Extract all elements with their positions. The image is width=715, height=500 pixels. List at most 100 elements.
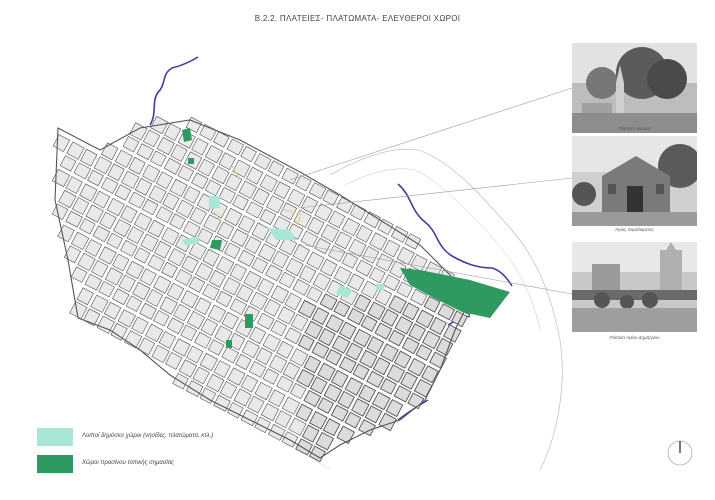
city-block — [244, 236, 262, 254]
photo-caption-3: Πλατεία Αγίου Δημητρίου — [609, 335, 660, 340]
city-block — [238, 180, 258, 199]
city-block — [341, 217, 361, 237]
city-block — [317, 327, 336, 347]
city-block — [328, 210, 346, 229]
city-block — [136, 143, 154, 161]
city-block — [374, 322, 393, 340]
city-block — [369, 232, 388, 251]
city-block — [166, 317, 185, 335]
city-block — [139, 302, 157, 320]
city-block — [325, 314, 345, 333]
city-block — [327, 245, 346, 263]
city-block — [314, 237, 331, 255]
city-block — [296, 368, 315, 388]
city-block — [293, 209, 312, 228]
city-block — [386, 364, 406, 383]
city-block — [91, 259, 109, 278]
city-block — [77, 252, 96, 272]
city-block — [237, 249, 256, 267]
city-block — [219, 381, 238, 399]
city-block — [401, 302, 420, 321]
city-block — [240, 374, 259, 393]
city-block — [257, 243, 277, 262]
city-block — [308, 445, 326, 463]
city-block — [410, 254, 428, 272]
city-block — [271, 250, 290, 269]
city-block — [169, 178, 188, 198]
city-block — [363, 211, 382, 229]
city-block — [301, 424, 320, 443]
photo-caption-1: Πλατεία Ηρώων — [618, 126, 651, 131]
city-block — [253, 153, 272, 171]
city-block — [415, 309, 435, 329]
city-block — [276, 375, 294, 393]
city-block — [71, 197, 90, 215]
city-block — [92, 190, 111, 209]
city-block — [306, 251, 325, 270]
city-block — [270, 319, 288, 337]
legend-swatch-public — [37, 428, 73, 446]
city-block — [358, 384, 377, 403]
city-block — [276, 340, 294, 359]
city-block — [429, 316, 448, 336]
city-block — [132, 281, 151, 301]
city-block — [112, 253, 130, 272]
city-block — [186, 310, 206, 330]
city-block — [104, 267, 124, 286]
city-block — [267, 160, 285, 177]
city-block — [281, 167, 299, 185]
city-block — [442, 324, 462, 343]
city-block — [297, 299, 317, 319]
city-block — [223, 242, 241, 259]
city-block — [170, 144, 188, 162]
city-block — [304, 320, 324, 340]
city-block — [366, 336, 385, 355]
city-block — [148, 185, 167, 204]
city-block — [360, 315, 378, 332]
city-block — [195, 262, 214, 281]
city-block — [375, 253, 394, 272]
city-block — [380, 308, 399, 327]
city-block — [189, 206, 207, 225]
city-block — [106, 197, 125, 217]
city-block — [385, 398, 404, 418]
city-block — [131, 316, 149, 335]
city-block — [450, 310, 469, 328]
city-block — [260, 402, 280, 422]
city-block — [396, 246, 415, 266]
city-block — [255, 347, 273, 366]
city-block — [79, 148, 98, 167]
city-block — [319, 293, 338, 311]
city-block — [126, 226, 145, 245]
city-block — [173, 303, 191, 322]
city-block — [303, 389, 322, 408]
photo-platia-iroon — [572, 43, 697, 133]
city-block — [169, 213, 186, 230]
city-block — [259, 174, 278, 193]
city-block — [243, 270, 262, 290]
city-block — [358, 418, 377, 437]
city-block — [300, 230, 319, 248]
city-block — [114, 149, 133, 168]
city-block — [314, 203, 333, 222]
city-block — [421, 365, 439, 384]
city-block — [52, 134, 71, 153]
leader-line-1 — [289, 87, 573, 181]
city-block — [316, 397, 335, 415]
city-block — [87, 169, 104, 187]
city-block — [142, 164, 161, 183]
city-block — [65, 176, 83, 194]
city-block — [366, 370, 385, 389]
city-block — [100, 142, 119, 161]
city-block — [352, 363, 370, 381]
city-block — [208, 269, 227, 288]
city-block — [78, 218, 96, 235]
city-block — [355, 224, 373, 243]
city-block — [359, 349, 378, 369]
city-block — [155, 206, 174, 224]
city-block — [137, 337, 156, 356]
city-block — [323, 383, 343, 403]
city-block — [172, 338, 191, 357]
city-block — [178, 359, 198, 378]
city-block — [350, 398, 370, 417]
